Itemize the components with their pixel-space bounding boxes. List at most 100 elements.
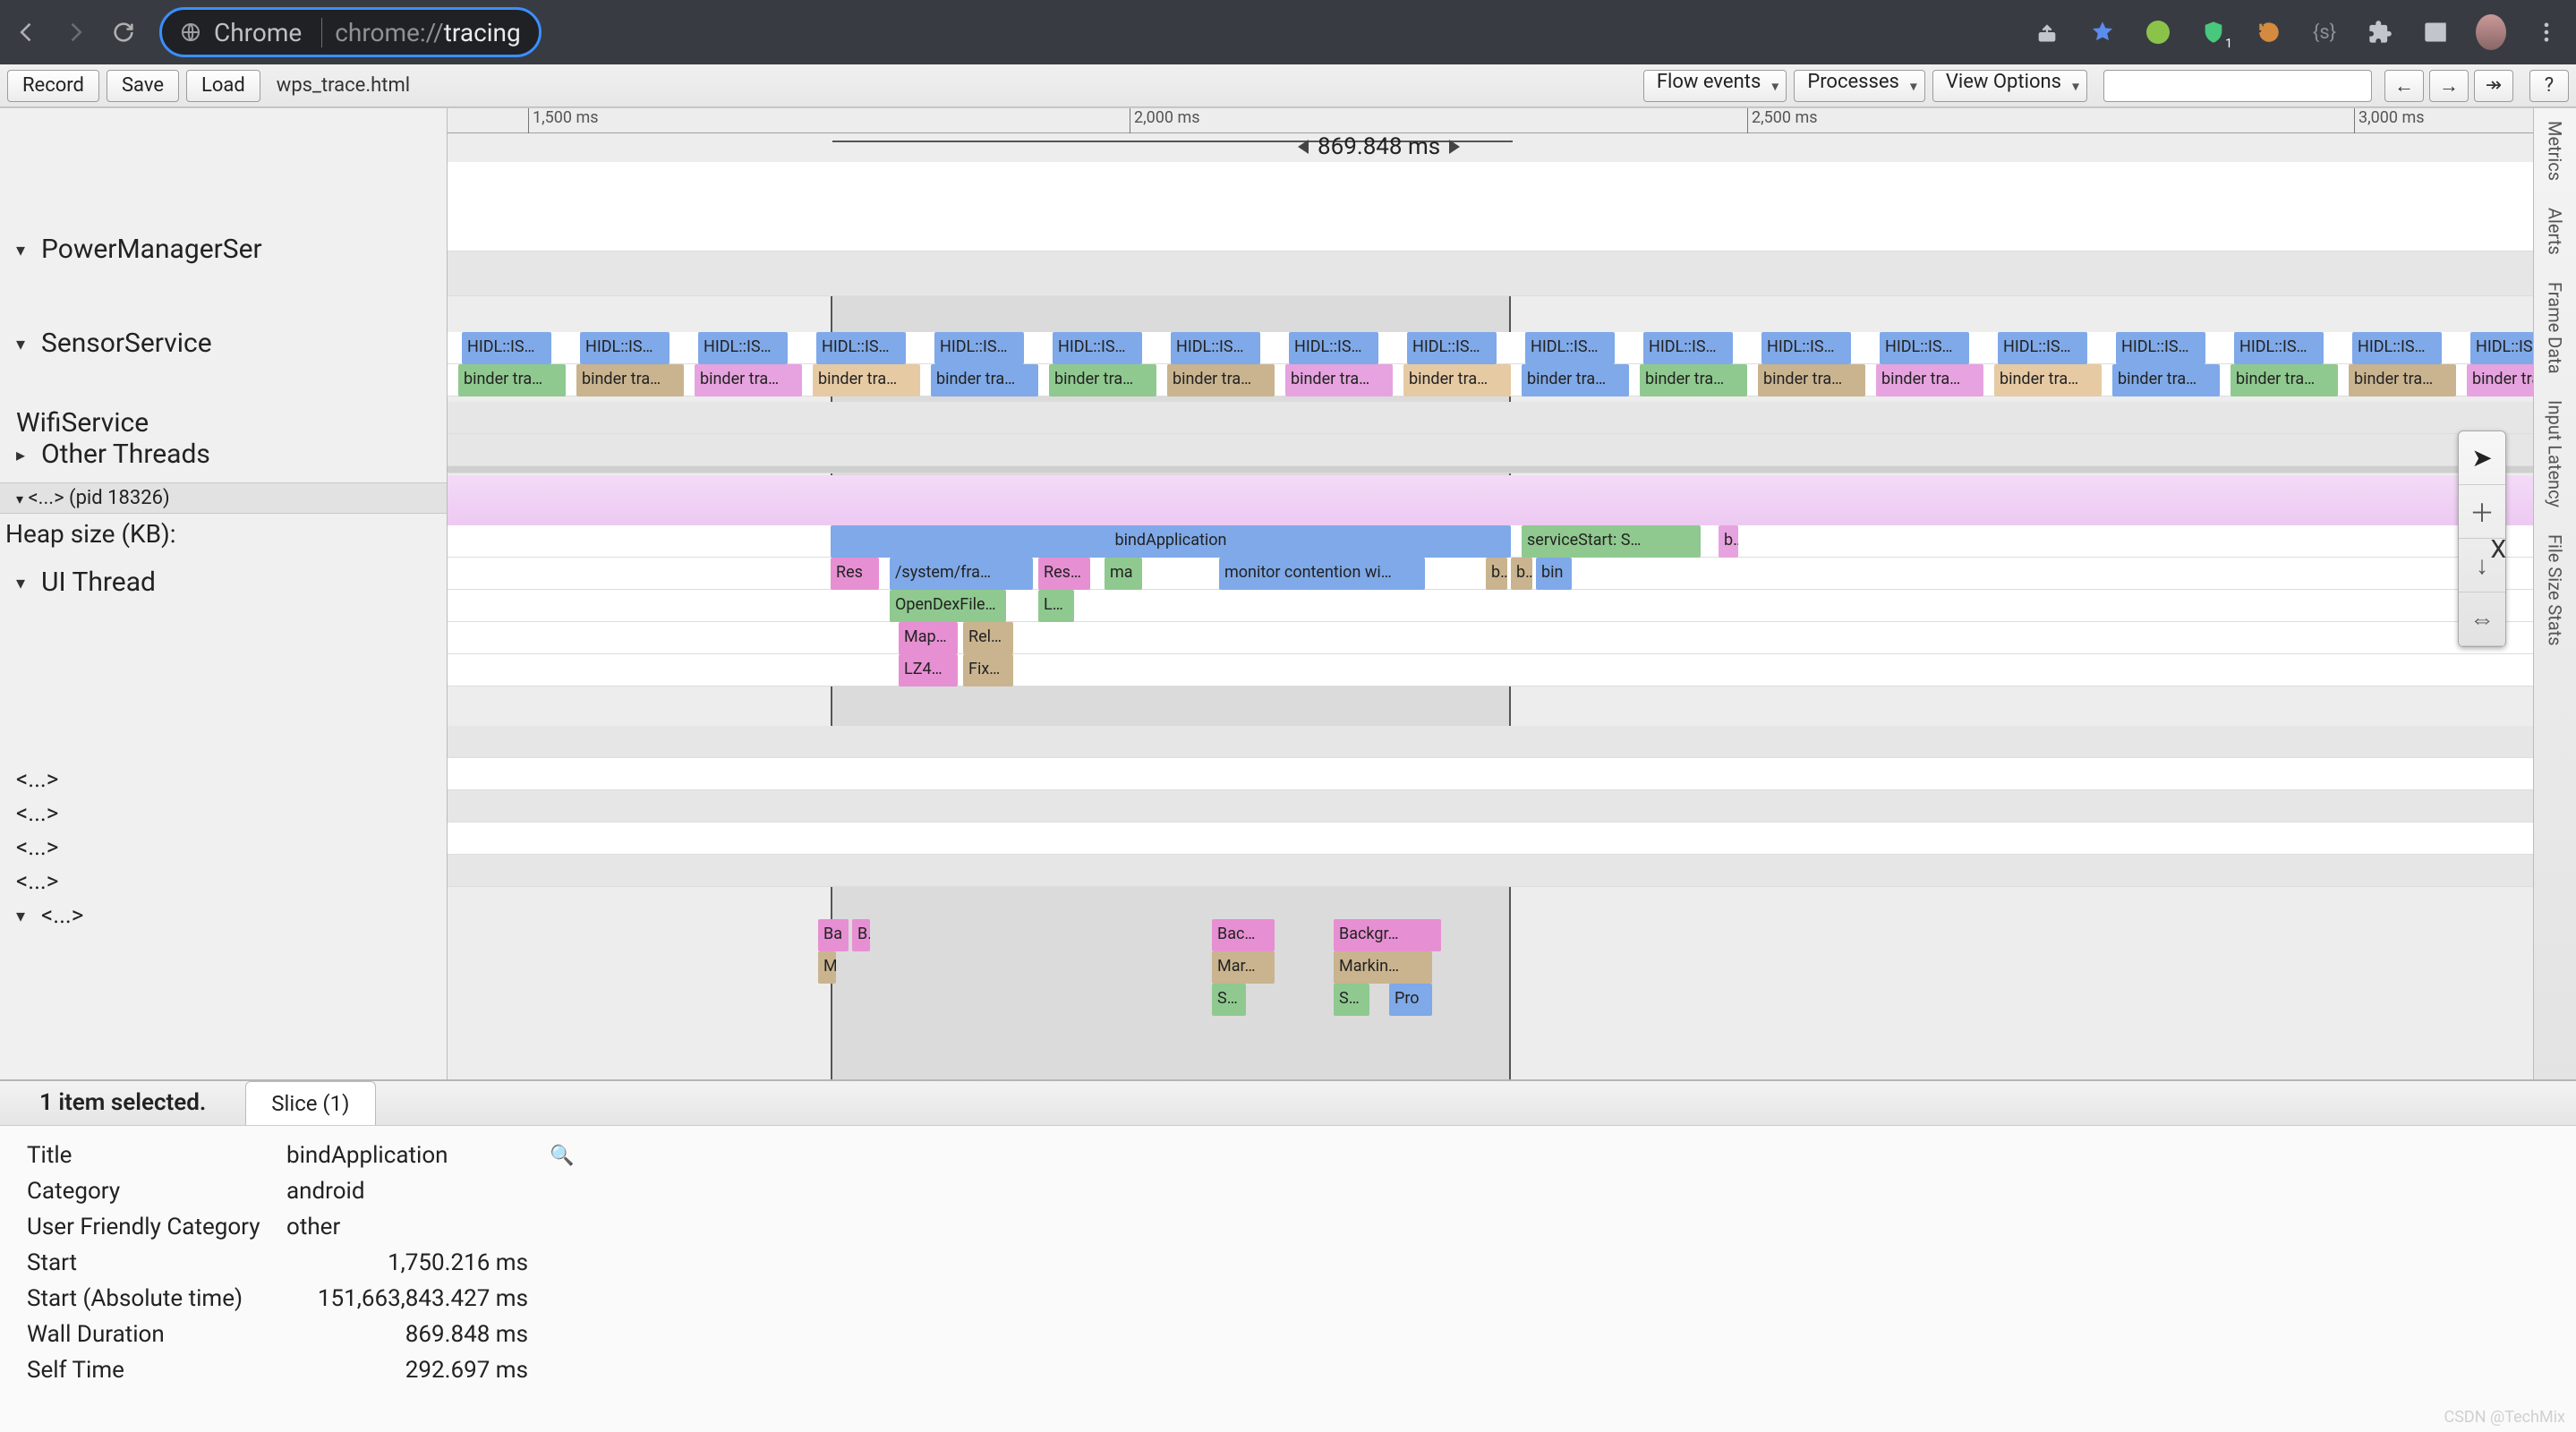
event-hidl[interactable]: HIDL::IS… <box>580 332 670 364</box>
side-tab-filesize[interactable]: File Size Stats <box>2545 534 2566 646</box>
event-bl[interactable]: bl <box>1486 558 1507 590</box>
event-hidl[interactable]: HIDL::IS… <box>1053 332 1142 364</box>
event-binder[interactable]: binder tra… <box>1994 364 2102 396</box>
bracket-icon[interactable]: {s} <box>2309 17 2340 47</box>
bookmark-star-icon[interactable] <box>2087 17 2118 47</box>
event-binder[interactable]: binder tra… <box>695 364 802 396</box>
event-binder[interactable]: binder tra… <box>1049 364 1156 396</box>
event-binder[interactable]: binder tra… <box>2467 364 2533 396</box>
event-bac[interactable]: Bac… <box>1212 919 1275 951</box>
load-button[interactable]: Load <box>186 70 260 102</box>
event-ba[interactable]: Ba <box>818 919 849 951</box>
thread-sensorservice[interactable]: ▾SensorService <box>0 315 447 371</box>
thread-powermanager[interactable]: ▾PowerManagerSer <box>0 221 447 277</box>
event-binder[interactable]: binder tra… <box>576 364 684 396</box>
event-bindapplication[interactable]: bindApplication <box>831 525 1511 558</box>
timeline[interactable]: 1,500 ms 2,000 ms 2,500 ms 3,000 ms 869.… <box>448 108 2533 1079</box>
event-hidl[interactable]: HIDL::IS… <box>1761 332 1851 364</box>
forward-button[interactable] <box>63 20 88 45</box>
help-button[interactable]: ? <box>2529 70 2569 102</box>
save-button[interactable]: Save <box>107 70 179 102</box>
timing-tool-icon[interactable]: ⇔ <box>2459 592 2505 646</box>
search-input[interactable] <box>2103 70 2372 102</box>
event-s[interactable]: S… <box>1212 984 1246 1016</box>
event-binder[interactable]: binder tra… <box>813 364 920 396</box>
event-hidl[interactable]: HIDL::IS… <box>1643 332 1733 364</box>
thread-unnamed[interactable]: <...> <box>0 763 447 797</box>
event-hidl[interactable]: HIDL::IS… <box>1998 332 2087 364</box>
avatar[interactable] <box>2476 17 2506 47</box>
side-tab-framedata[interactable]: Frame Data <box>2545 282 2566 374</box>
event-binder[interactable]: binder tra… <box>1758 364 1865 396</box>
event-hidl[interactable]: HIDL::IS… <box>1880 332 1969 364</box>
back-button[interactable] <box>14 20 39 45</box>
address-bar[interactable]: Chrome chrome://tracing <box>159 7 542 57</box>
thread-unnamed-exp[interactable]: ▾<...> <box>0 899 447 933</box>
event-binder[interactable]: binder tra… <box>1640 364 1747 396</box>
event-map[interactable]: Map… <box>899 622 958 654</box>
kebab-menu-icon[interactable] <box>2531 17 2562 47</box>
event-hidl[interactable]: HIDL::IS… <box>816 332 906 364</box>
panel-icon[interactable] <box>2420 17 2451 47</box>
magnify-icon[interactable]: 🔍 <box>550 1145 574 1167</box>
record-button[interactable]: Record <box>7 70 99 102</box>
event-binder[interactable]: binder tra… <box>1522 364 1629 396</box>
thread-unnamed[interactable]: <...> <box>0 797 447 831</box>
profile-dot-icon[interactable] <box>2143 17 2173 47</box>
event-bin[interactable]: bin <box>1536 558 1572 590</box>
event-binder[interactable]: binder tra… <box>931 364 1038 396</box>
event-mar[interactable]: Mar… <box>1212 951 1275 984</box>
event-binder[interactable]: binder tra… <box>2112 364 2220 396</box>
event-res2[interactable]: Res… <box>1038 558 1090 590</box>
event-hidl[interactable]: HIDL::IS… <box>698 332 788 364</box>
event-b[interactable]: B <box>852 919 870 951</box>
event-binder[interactable]: binder tra… <box>1876 364 1983 396</box>
event-res[interactable]: Res <box>831 558 879 590</box>
event-pro[interactable]: Pro <box>1389 984 1432 1016</box>
event-binder[interactable]: binder tra… <box>458 364 566 396</box>
event-servicestart[interactable]: serviceStart: S… <box>1522 525 1701 558</box>
event-binder[interactable]: binder tra… <box>2231 364 2338 396</box>
event-s2[interactable]: S… <box>1334 984 1369 1016</box>
event-binder[interactable]: binder tra… <box>1167 364 1275 396</box>
reload-button[interactable] <box>111 20 136 45</box>
event-hidl[interactable]: HIDL::IS… <box>462 332 551 364</box>
shield-icon[interactable]: 1 <box>2198 17 2229 47</box>
close-x-button[interactable]: X <box>2490 534 2506 564</box>
view-options-select[interactable]: View Options <box>1932 70 2087 102</box>
extensions-icon[interactable] <box>2365 17 2395 47</box>
heap-track[interactable] <box>448 475 2533 525</box>
event-markin[interactable]: Markin… <box>1334 951 1432 984</box>
thread-unnamed[interactable]: <...> <box>0 831 447 865</box>
thread-wifiservice[interactable]: WifiService <box>0 404 447 439</box>
nav-next-button[interactable]: → <box>2429 70 2469 102</box>
thread-unnamed[interactable]: <...> <box>0 865 447 899</box>
event-hidl[interactable]: HIDL::IS… <box>2116 332 2205 364</box>
event-system-fra[interactable]: /system/fra… <box>890 558 1033 590</box>
side-tab-alerts[interactable]: Alerts <box>2545 208 2566 255</box>
flow-events-select[interactable]: Flow events <box>1643 70 1787 102</box>
event-ma[interactable]: ma <box>1105 558 1142 590</box>
event-rel[interactable]: Rel… <box>963 622 1013 654</box>
event-opendex[interactable]: OpenDexFile… <box>890 590 1006 622</box>
pointer-tool-icon[interactable]: ➤ <box>2459 431 2505 485</box>
event-hidl[interactable]: HIDL::IS… <box>1407 332 1497 364</box>
slice-tab[interactable]: Slice (1) <box>245 1081 375 1125</box>
event-l[interactable]: L… <box>1038 590 1074 622</box>
event-binder[interactable]: binder tra… <box>1403 364 1511 396</box>
event-bl[interactable]: bl <box>1719 525 1738 558</box>
thread-other[interactable]: ▸Other Threads <box>0 439 447 482</box>
event-hidl[interactable]: HIDL::IS… <box>934 332 1024 364</box>
event-hidl[interactable]: HIDL::IS… <box>2234 332 2324 364</box>
nav-fast-button[interactable]: ↠ <box>2474 70 2513 102</box>
event-binder[interactable]: binder tra… <box>2349 364 2456 396</box>
side-tab-metrics[interactable]: Metrics <box>2545 121 2566 181</box>
time-ruler[interactable]: 1,500 ms 2,000 ms 2,500 ms 3,000 ms <box>448 108 2533 133</box>
event-monitor[interactable]: monitor contention wi… <box>1219 558 1425 590</box>
event-m[interactable]: M <box>818 951 836 984</box>
zoom-in-tool-icon[interactable]: ＋ <box>2459 485 2505 539</box>
side-tab-inputlatency[interactable]: Input Latency <box>2545 400 2566 507</box>
processes-select[interactable]: Processes <box>1794 70 1925 102</box>
refresh-ext-icon[interactable] <box>2254 17 2284 47</box>
event-hidl[interactable]: HIDL::IS… <box>2352 332 2442 364</box>
